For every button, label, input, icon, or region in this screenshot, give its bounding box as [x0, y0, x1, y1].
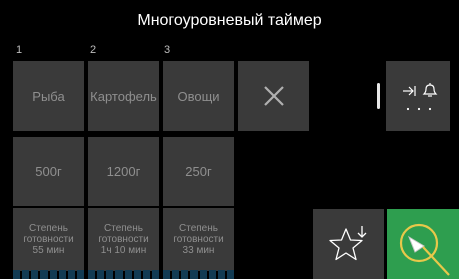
skip-to-end-icon — [403, 86, 416, 96]
start-button[interactable] — [387, 209, 459, 279]
star-add-icon — [328, 226, 366, 261]
doneness-label: Степень — [179, 223, 218, 234]
bell-icon — [422, 83, 438, 97]
doneness-label: Степень — [29, 223, 68, 234]
more-dots-icon — [406, 107, 432, 111]
column-number-2: 2 — [90, 44, 97, 56]
doneness-button-2[interactable]: Степень готовности 1ч 10 мин — [88, 208, 159, 271]
weight-button-3[interactable]: 250г — [163, 137, 234, 206]
column-number-3: 3 — [164, 44, 171, 56]
doneness-label: готовности — [98, 234, 149, 245]
progress-bar-1 — [13, 270, 84, 279]
menu-button[interactable] — [386, 61, 450, 131]
doneness-time: 55 мин — [32, 245, 65, 256]
scrollbar[interactable] — [377, 83, 380, 109]
start-touch-icon — [399, 223, 450, 276]
food-button-3[interactable]: Овощи — [163, 61, 234, 131]
food-button-1[interactable]: Рыба — [13, 61, 84, 131]
doneness-button-3[interactable]: Степень готовности 33 мин — [163, 208, 234, 271]
doneness-label: Степень — [104, 223, 143, 234]
doneness-time: 1ч 10 мин — [100, 245, 147, 256]
favorite-button[interactable] — [313, 209, 384, 279]
doneness-time: 33 мин — [182, 245, 215, 256]
page-title: Многоуровневый таймер — [137, 12, 322, 29]
doneness-label: готовности — [23, 234, 74, 245]
weight-button-1[interactable]: 500г — [13, 137, 84, 206]
doneness-label: готовности — [173, 234, 224, 245]
progress-bar-2 — [88, 270, 159, 279]
weight-button-2[interactable]: 1200г — [88, 137, 159, 206]
food-button-2[interactable]: Картофель — [88, 61, 159, 131]
doneness-button-1[interactable]: Степень готовности 55 мин — [13, 208, 84, 271]
progress-bar-3 — [163, 270, 234, 279]
column-number-1: 1 — [16, 44, 23, 56]
close-icon — [263, 86, 284, 106]
cancel-button[interactable] — [238, 61, 309, 131]
